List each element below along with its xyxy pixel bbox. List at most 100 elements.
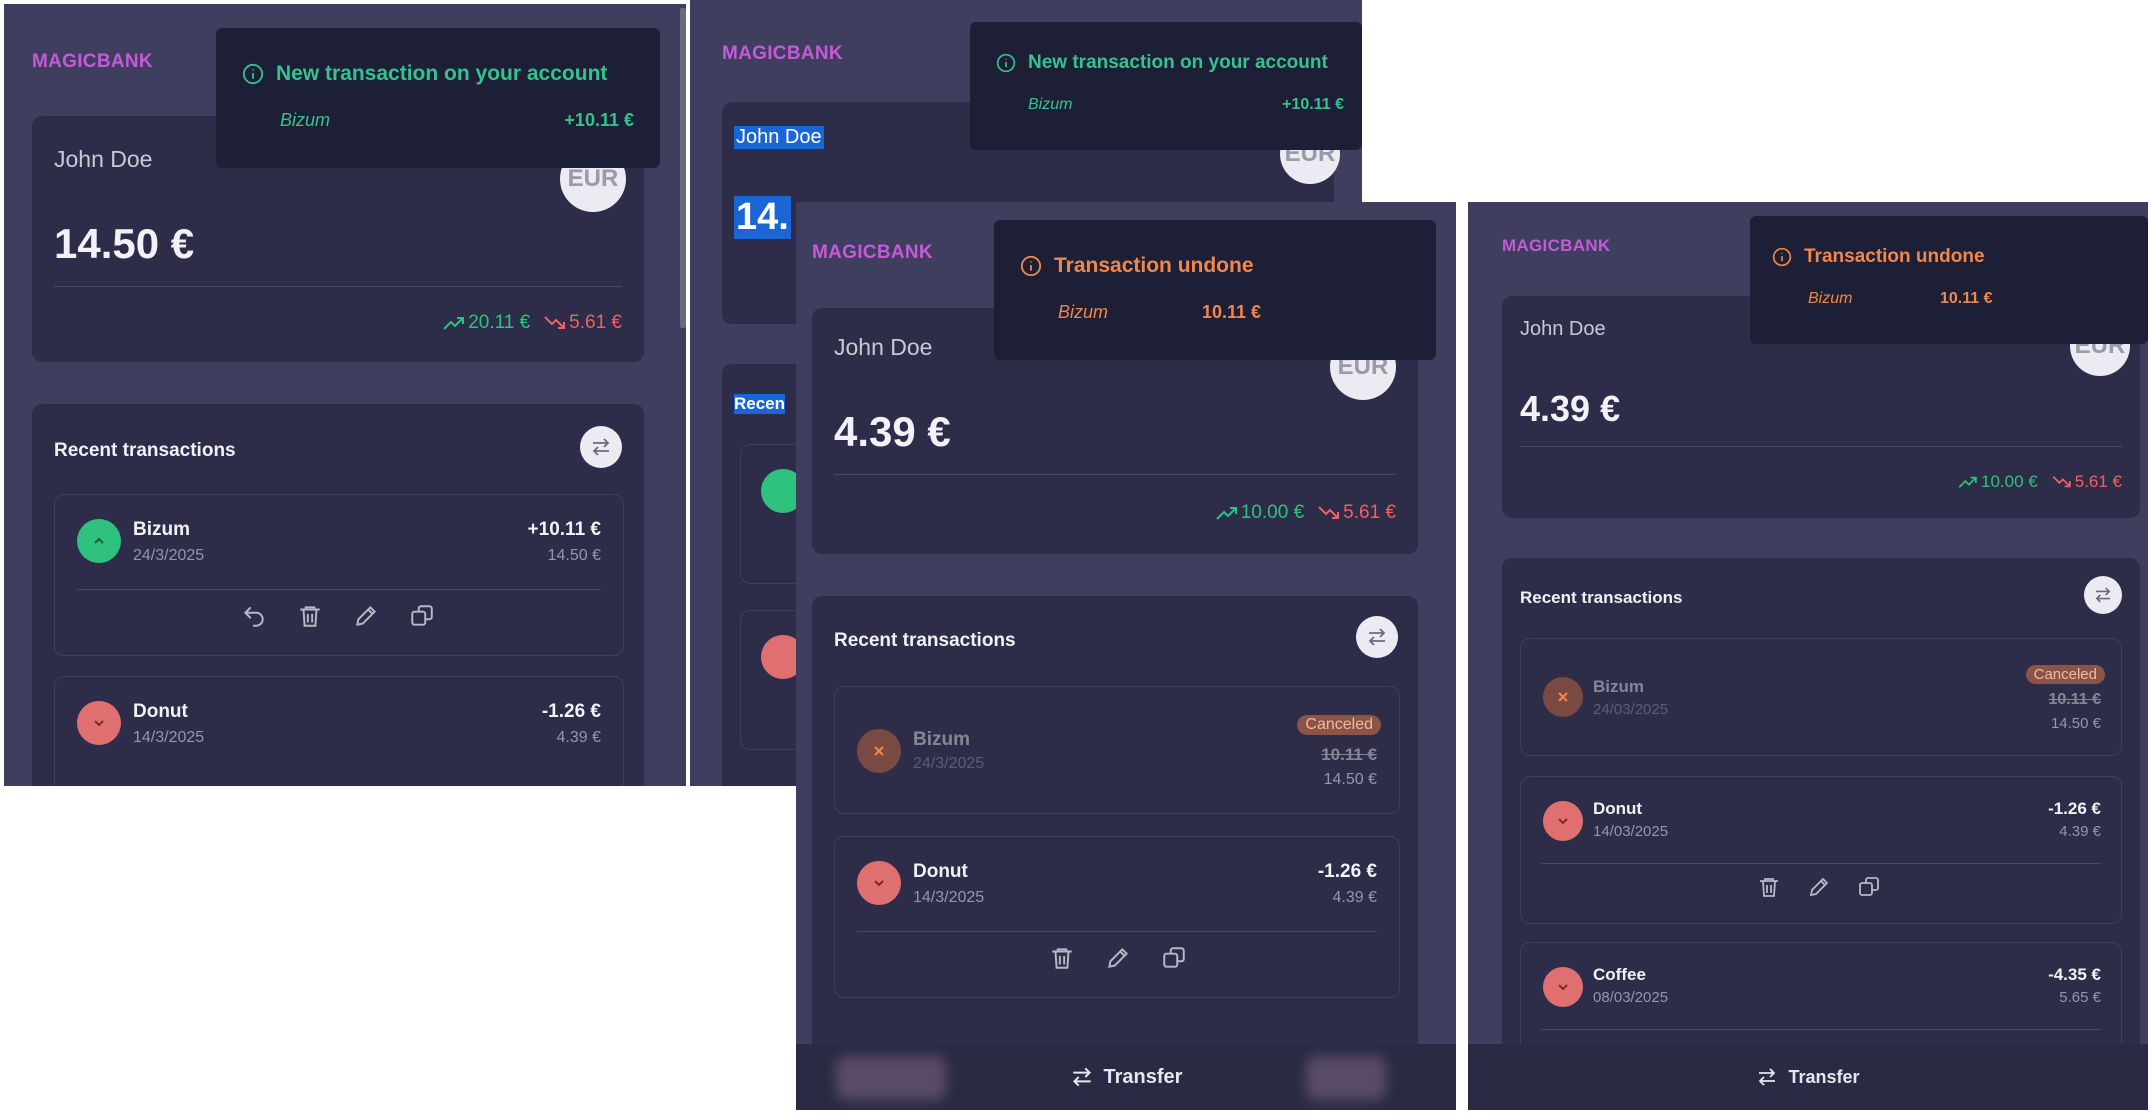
trending-down-icon: [1318, 506, 1340, 519]
transaction-balance: 14.50 €: [1323, 771, 1377, 788]
pencil-icon[interactable]: [1807, 875, 1831, 899]
transaction-date: 24/3/2025: [913, 755, 985, 772]
account-balance: 4.39 €: [1520, 388, 1621, 429]
toast-amount: 10.11 €: [1202, 302, 1262, 322]
transfer-icon-button[interactable]: [580, 426, 622, 468]
toast-amount: +10.11 €: [1282, 96, 1344, 113]
transaction-divider: [1541, 863, 2101, 864]
canceled-icon: [857, 729, 901, 773]
brand-logo: MAGICBANK: [812, 242, 933, 263]
transaction-item-canceled[interactable]: Bizum 24/03/2025 Canceled 10.11 € 14.50 …: [1520, 638, 2122, 756]
transaction-item-canceled[interactable]: Bizum 24/3/2025 Canceled 10.11 € 14.50 €: [834, 686, 1400, 814]
brand-logo: MAGICBANK: [722, 43, 843, 64]
transfer-button[interactable]: Transfer: [1756, 1067, 1860, 1088]
income-icon: [77, 519, 121, 563]
balance-stats: 10.00 € 5.61 €: [1216, 502, 1396, 524]
transaction-amount: +10.11 €: [527, 519, 601, 540]
bottom-bar: Transfer: [796, 1044, 1456, 1110]
transaction-amount: -1.26 €: [1317, 861, 1377, 882]
transaction-date: 14/03/2025: [1593, 823, 1669, 840]
canceled-icon: [1543, 677, 1583, 717]
income-amount: 10.00 €: [1240, 502, 1305, 523]
pencil-icon[interactable]: [353, 603, 379, 629]
copy-icon[interactable]: [1857, 875, 1881, 899]
card-divider: [1520, 446, 2122, 447]
transaction-actions: [241, 603, 435, 629]
toast-title: New transaction on your account: [996, 52, 1328, 74]
transaction-balance: 4.39 €: [1332, 889, 1377, 906]
scrollbar[interactable]: [680, 8, 686, 328]
transaction-actions: [1049, 945, 1187, 971]
undo-icon[interactable]: [241, 603, 267, 629]
screenshot-panel-3: MAGICBANK John Doe EUR 4.39 € 10.00 € 5.…: [796, 202, 1456, 1110]
card-divider: [54, 286, 622, 287]
transaction-item[interactable]: Donut 14/3/2025 -1.26 € 4.39 €: [834, 836, 1400, 998]
notification-toast: Transaction undone Bizum 10.11 €: [1750, 216, 2148, 344]
income-stat: 10.00 €: [1958, 472, 2038, 492]
toast-source: Bizum: [1028, 96, 1073, 113]
transaction-amount: -1.26 €: [541, 701, 601, 722]
section-title: Recent transactions: [54, 440, 236, 461]
trending-down-icon: [544, 316, 566, 329]
transaction-divider: [77, 589, 601, 590]
transfer-button[interactable]: Transfer: [1070, 1066, 1182, 1089]
transaction-amount: 10.11 €: [2048, 691, 2102, 708]
expense-amount: 5.61 €: [569, 312, 622, 333]
toast-source: Bizum: [1058, 302, 1109, 322]
transaction-balance: 4.39 €: [556, 729, 601, 746]
toast-amount: 10.11 €: [1940, 290, 1993, 307]
transfer-icon-button[interactable]: [1356, 616, 1398, 658]
account-holder-name: John Doe: [1520, 318, 1606, 340]
brand-logo: MAGICBANK: [1502, 236, 1611, 255]
transaction-date: 24/3/2025: [133, 547, 205, 564]
toast-source: Bizum: [280, 110, 331, 130]
transaction-balance: 14.50 €: [2050, 715, 2101, 732]
account-holder-name: John Doe: [54, 146, 153, 172]
section-title: Recen: [734, 394, 786, 414]
balance-stats: 10.00 € 5.61 €: [1958, 472, 2122, 492]
info-icon: [1772, 247, 1792, 267]
trash-icon[interactable]: [1757, 875, 1781, 899]
toast-amount: +10.11 €: [564, 110, 634, 130]
account-holder-name: John Doe: [734, 126, 824, 149]
account-balance: 14.: [734, 196, 791, 239]
notification-toast: New transaction on your account Bizum +1…: [970, 22, 1362, 150]
trending-up-icon: [443, 317, 465, 330]
copy-icon[interactable]: [1161, 945, 1187, 971]
account-balance: 4.39 €: [834, 408, 951, 455]
expense-icon: [1543, 967, 1583, 1007]
notification-toast: Transaction undone Bizum 10.11 €: [994, 220, 1436, 360]
expense-amount: 5.61 €: [2074, 472, 2122, 491]
info-icon: [242, 63, 264, 85]
trash-icon[interactable]: [1049, 945, 1075, 971]
notification-toast: New transaction on your account Bizum +1…: [216, 28, 660, 168]
copy-icon[interactable]: [409, 603, 435, 629]
swap-arrows-icon: [1368, 628, 1386, 646]
income-amount: 10.00 €: [1981, 472, 2038, 491]
expense-icon: [857, 861, 901, 905]
screenshot-panel-4: MAGICBANK John Doe EUR 4.39 € 10.00 € 5.…: [1468, 202, 2148, 1110]
transaction-date: 14/3/2025: [133, 729, 205, 746]
swap-arrows-icon: [1759, 1068, 1776, 1086]
transfer-icon-button[interactable]: [2084, 576, 2122, 614]
screenshot-panel-1: MAGICBANK John Doe EUR 14.50 € 20.11 € 5…: [4, 4, 686, 786]
transaction-date: 24/03/2025: [1593, 701, 1669, 718]
info-icon: [1020, 255, 1042, 277]
transaction-item[interactable]: Donut 14/3/2025 -1.26 € 4.39 €: [54, 676, 624, 786]
transaction-item[interactable]: Bizum 24/3/2025 +10.11 € 14.50 €: [54, 494, 624, 656]
pencil-icon[interactable]: [1105, 945, 1131, 971]
expense-stat: 5.61 €: [1318, 502, 1396, 524]
transaction-divider: [857, 931, 1377, 932]
transactions-card: Recent transactions Bizum 24/3/2025 Canc…: [812, 596, 1418, 1110]
trash-icon[interactable]: [297, 603, 323, 629]
trending-up-icon: [1216, 507, 1237, 520]
section-title: Recent transactions: [1520, 588, 1683, 607]
toast-source: Bizum: [1808, 290, 1853, 307]
transaction-balance: 4.39 €: [2059, 823, 2101, 840]
transaction-item[interactable]: Donut 14/03/2025 -1.26 € 4.39 €: [1520, 776, 2122, 924]
transaction-divider: [1541, 1029, 2101, 1030]
income-stat: 10.00 €: [1216, 502, 1304, 524]
transaction-date: 14/3/2025: [913, 889, 985, 906]
expense-amount: 5.61 €: [1343, 502, 1396, 523]
transaction-amount: 10.11 €: [1321, 745, 1377, 764]
